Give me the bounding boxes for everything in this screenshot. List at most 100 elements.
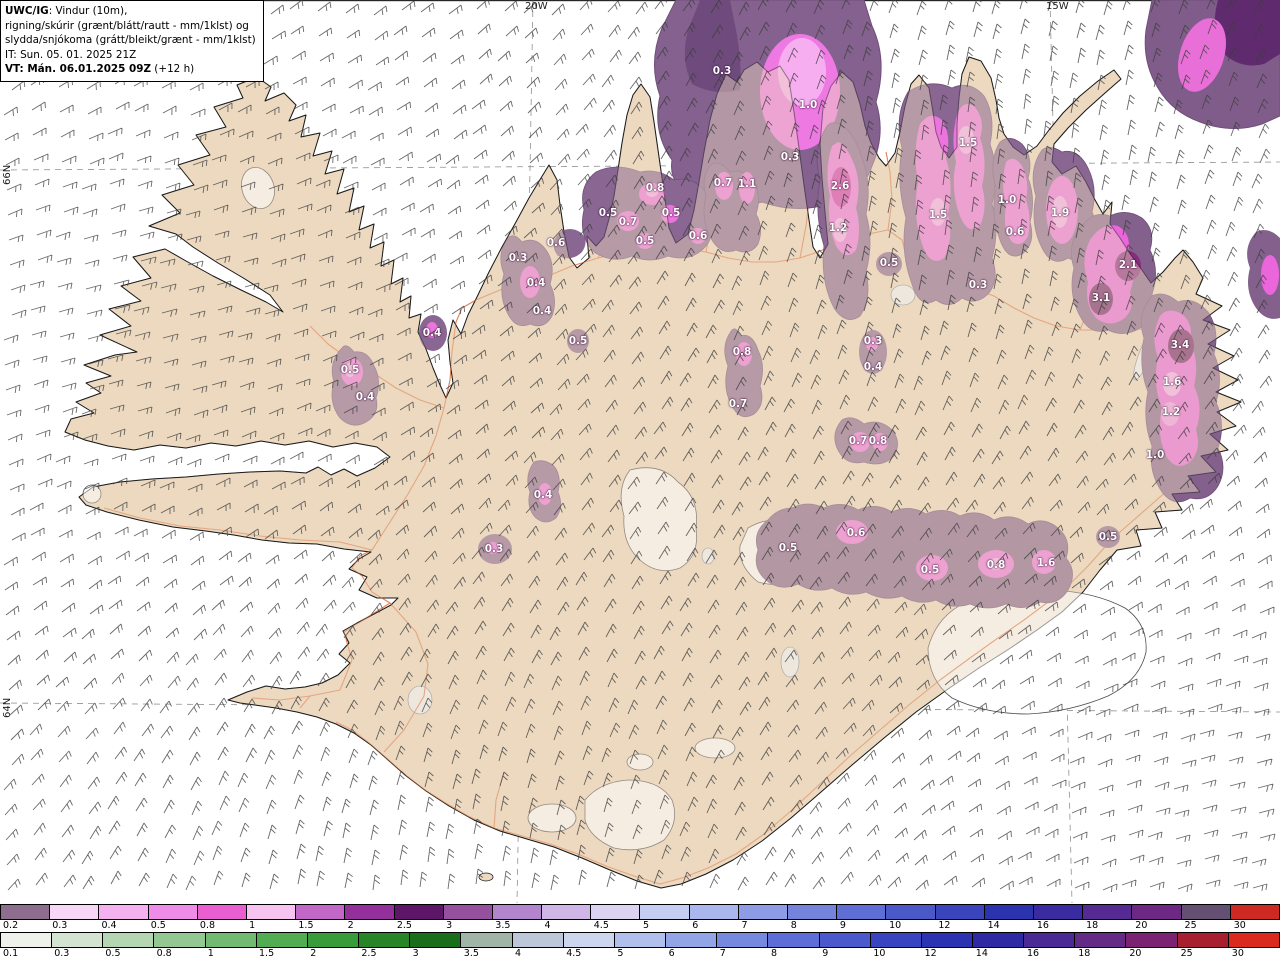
scale-tick-label: 0.2 (3, 920, 19, 931)
scale-segment (1228, 933, 1279, 947)
scale-segment (205, 933, 257, 947)
scale-segment (296, 905, 346, 919)
scale-tick-label: 25 (1184, 920, 1197, 931)
scale-tick-label: 14 (975, 948, 988, 959)
scale-segment (461, 933, 513, 947)
scale-tick-label: 6 (692, 920, 699, 931)
scale-tick-label: 4.5 (593, 920, 609, 931)
scale-tick-label: 5 (617, 948, 624, 959)
scale-segment (1181, 905, 1231, 919)
scale-tick-label: 3.5 (495, 920, 511, 931)
scale-tick-label: 18 (1086, 920, 1099, 931)
valid-time-offset: (+12 h) (151, 63, 195, 76)
scale-tick-label: 25 (1180, 948, 1193, 959)
scale-tick-label: 5 (643, 920, 650, 931)
scale-tick-label: 3 (446, 920, 453, 931)
scale-segment (307, 933, 360, 947)
scale-segment (788, 905, 838, 919)
scale-segment (886, 905, 936, 919)
scale-segment (921, 933, 973, 947)
scale-segment (563, 933, 615, 947)
scale-tick-label: 0.5 (150, 920, 166, 931)
scale-tick-label: 8 (790, 920, 797, 931)
scale-tick-label: 9 (839, 920, 846, 931)
scale-tick-label: 0.8 (156, 948, 172, 959)
scale-segment (542, 905, 592, 919)
title-line-1-rest: : Vindur (10m), (48, 5, 128, 17)
scale-tick-label: 1 (207, 948, 214, 959)
scale-segment (103, 933, 155, 947)
scale-segment (1033, 905, 1084, 919)
scale-tick-label: 10 (889, 920, 902, 931)
init-time: IT: Sun. 05. 01. 2025 21Z (5, 48, 137, 61)
scale-segment (870, 933, 922, 947)
scale-segment (394, 905, 444, 919)
scale-segment (492, 905, 543, 919)
scale-segment (1126, 933, 1178, 947)
title-line-2: rigning/skúrir (grænt/blátt/rautt - mm/1… (5, 19, 249, 32)
scale-segment (1075, 933, 1127, 947)
scale-segment (768, 933, 820, 947)
scale-segment (246, 905, 297, 919)
scale-tick-label: 1.5 (298, 920, 314, 931)
scale-segment (614, 933, 667, 947)
weather-map-app: 0.3 1.0 0.3 1.5 0.8 0.7 1.1 2.6 0.5 0.5 1.9 0.7 1.2 1… (0, 0, 1280, 960)
scale-tick-label: 1.5 (259, 948, 275, 959)
scale-segment (99, 905, 149, 919)
scale-tick-label: 0.5 (105, 948, 121, 959)
scale-segment (717, 933, 769, 947)
scale-segment (819, 933, 871, 947)
scale-tick-label: 2 (347, 920, 354, 931)
scale-tick-label: 14 (987, 920, 1000, 931)
scale-tick-label: 30 (1233, 920, 1246, 931)
scale-segment (689, 905, 739, 919)
scale-segment (256, 933, 308, 947)
map-area: 0.3 1.0 0.3 1.5 0.8 0.7 1.1 2.6 0.5 0.5 1.9 0.7 1.2 1… (0, 0, 1280, 903)
rain-scale-labels: 0.1 0.3 0.5 0.8 1 1.5 2 2.5 3 3.5 4 4.5 5 6 7 8 9 10 12 14 1… (0, 948, 1280, 960)
scale-tick-label: 0.3 (54, 948, 70, 959)
scale-segment (640, 905, 690, 919)
scale-segment (666, 933, 718, 947)
scale-tick-label: 0.1 (3, 948, 19, 959)
scale-tick-label: 0.4 (101, 920, 117, 931)
scale-tick-label: 7 (719, 948, 726, 959)
scale-segment (345, 905, 395, 919)
scale-tick-label: 2.5 (396, 920, 412, 931)
scale-tick-label: 4 (544, 920, 551, 931)
scale-segment (512, 933, 564, 947)
scale-segment (52, 933, 104, 947)
scale-segment (1083, 905, 1133, 919)
scale-segment (1024, 933, 1076, 947)
scale-tick-label: 20 (1135, 920, 1148, 931)
title-line-1: UWC/IG: Vindur (10m), (5, 4, 256, 19)
scale-tick-label: 20 (1129, 948, 1142, 959)
scale-tick-label: 8 (771, 948, 778, 959)
scale-tick-label: 10 (873, 948, 886, 959)
scale-tick-label: 30 (1231, 948, 1244, 959)
scale-segment (591, 905, 641, 919)
scale-segment (443, 905, 493, 919)
title-box: UWC/IG: Vindur (10m), rigning/skúrir (gr… (0, 0, 264, 82)
rain-scale-bar (0, 932, 1280, 948)
snow-scale-bar (0, 904, 1280, 920)
scale-segment (359, 933, 411, 947)
scale-tick-label: 9 (822, 948, 829, 959)
scale-tick-label: 6 (668, 948, 675, 959)
scale-segment (1132, 905, 1182, 919)
scale-segment (984, 905, 1034, 919)
scale-tick-label: 2.5 (361, 948, 377, 959)
scale-tick-label: 3 (412, 948, 419, 959)
scale-segment (1, 933, 53, 947)
scale-segment (837, 905, 887, 919)
scale-tick-label: 16 (1027, 948, 1040, 959)
product-code: UWC/IG (5, 5, 49, 17)
vestmannaeyjar-island (478, 872, 494, 882)
scale-tick-label: 3.5 (463, 948, 479, 959)
scale-segment (935, 905, 985, 919)
scale-tick-label: 12 (924, 948, 937, 959)
scale-tick-label: 4.5 (566, 948, 582, 959)
scale-segment (148, 905, 198, 919)
scale-segment (50, 905, 100, 919)
scale-segment (972, 933, 1025, 947)
scale-segment (197, 905, 247, 919)
